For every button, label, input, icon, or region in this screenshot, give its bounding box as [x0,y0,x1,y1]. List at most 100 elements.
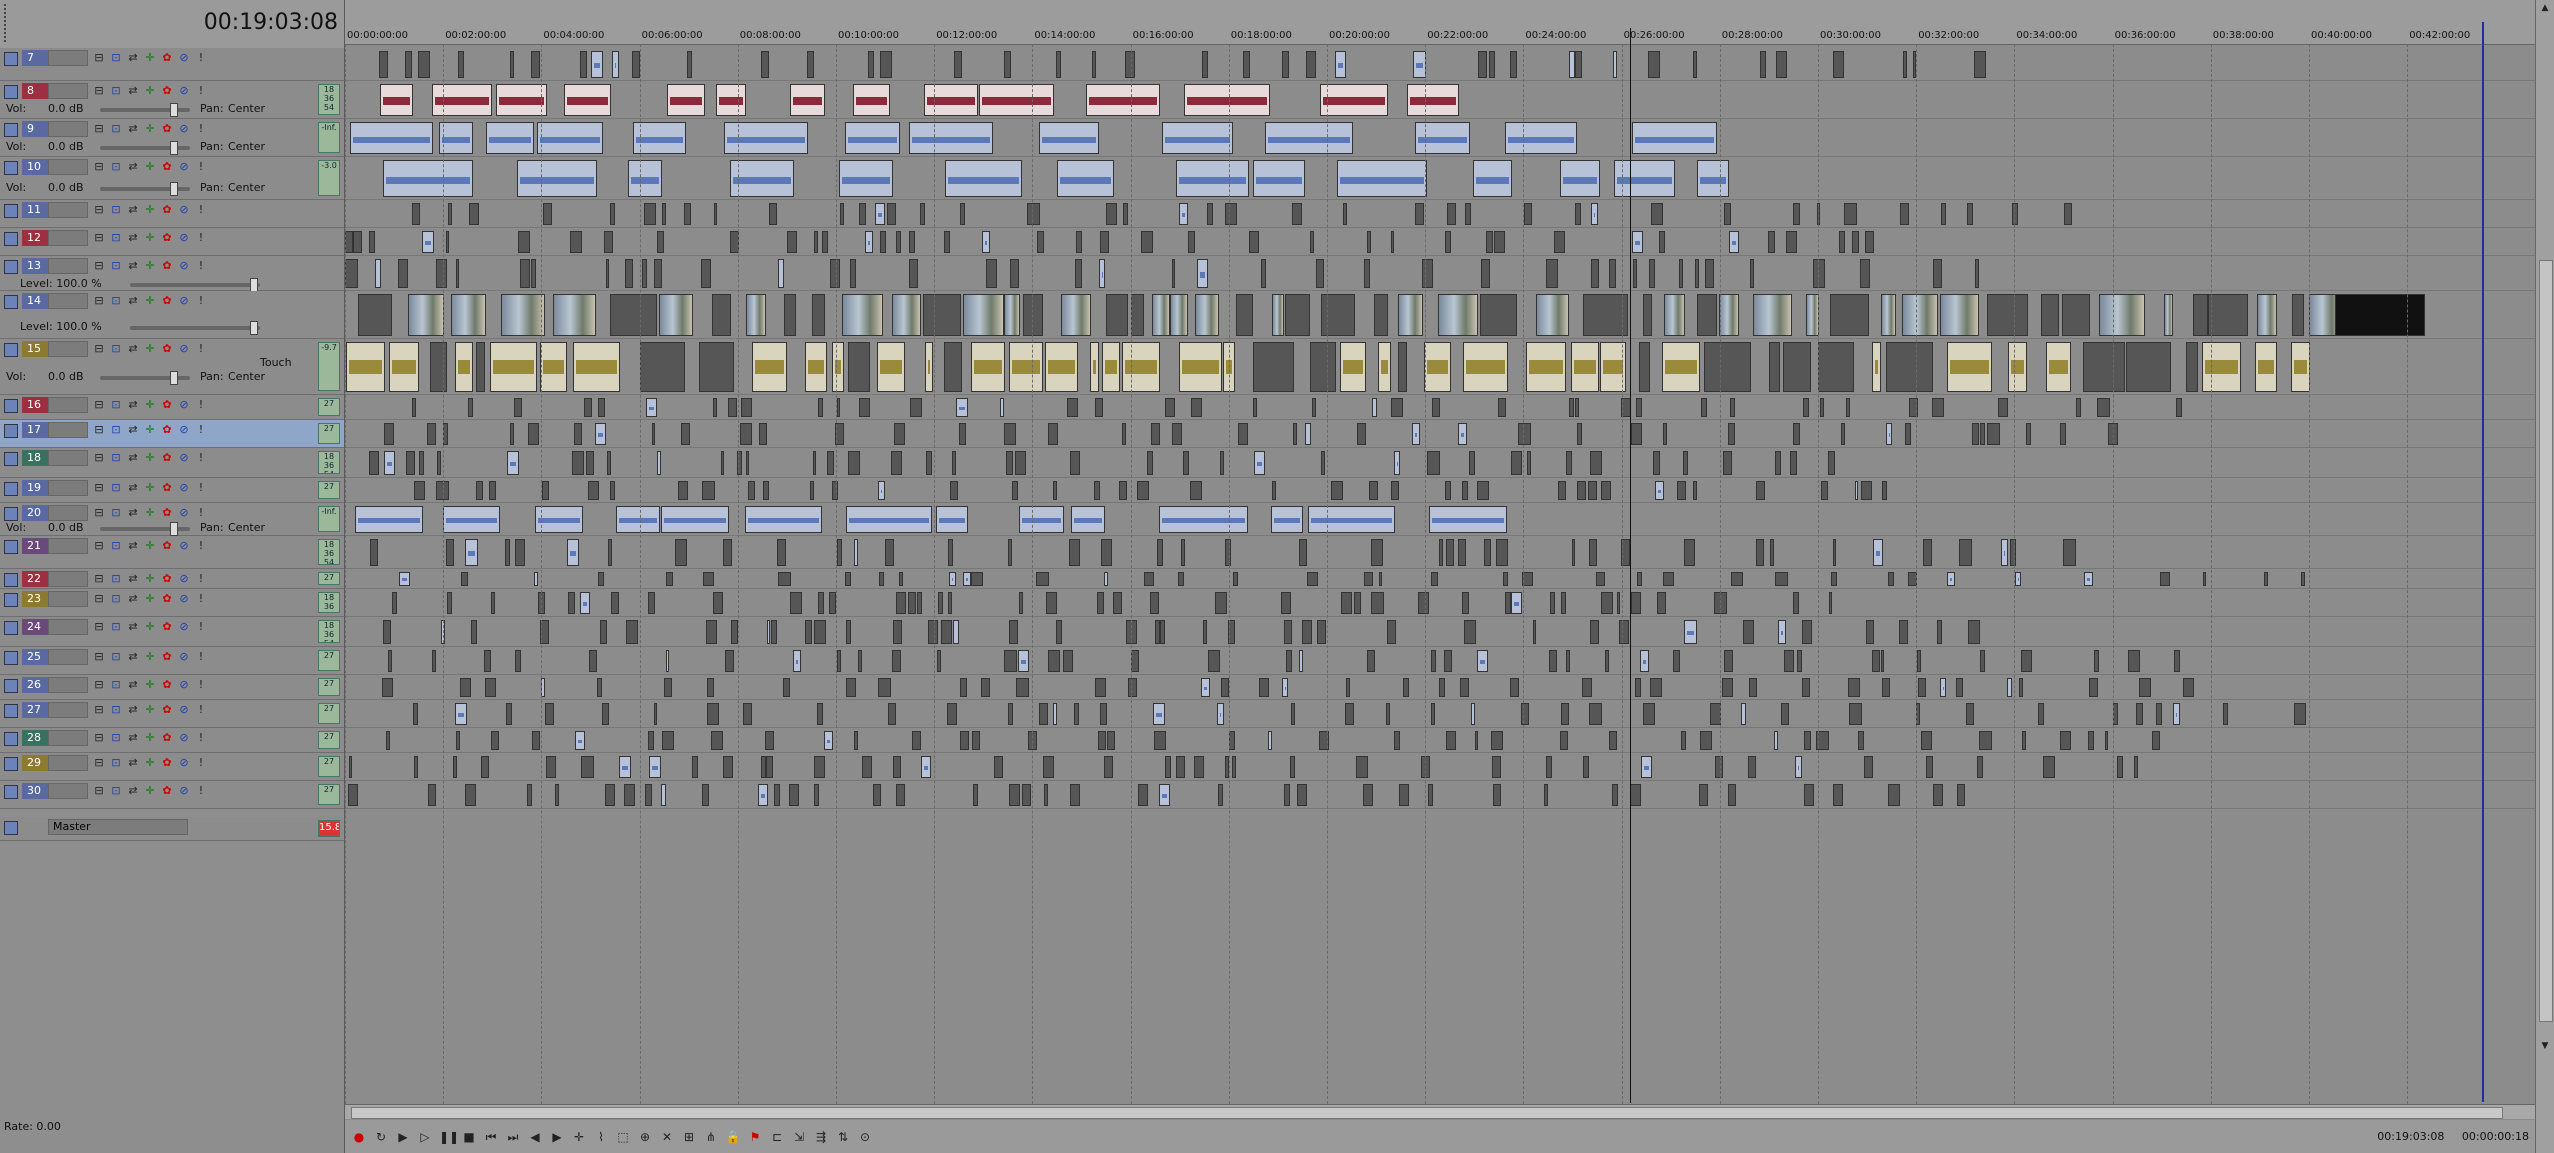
media-clip[interactable] [842,294,883,336]
media-clip[interactable] [1261,259,1267,288]
bypass-icon[interactable]: ⊡ [109,650,123,664]
media-clip[interactable] [1576,481,1586,500]
track-name-field[interactable] [48,293,88,309]
media-clip[interactable] [2300,572,2305,586]
media-clip[interactable] [771,620,777,644]
media-clip[interactable] [2173,703,2181,725]
solo-icon[interactable]: ! [194,51,208,65]
media-clip[interactable] [2096,398,2110,417]
media-clip[interactable] [1053,703,1058,725]
volume-slider[interactable] [100,181,190,196]
mute-icon[interactable]: ⊘ [177,259,191,273]
media-clip[interactable] [839,203,844,225]
media-clip[interactable] [1004,650,1018,672]
media-clip[interactable] [1723,650,1733,672]
media-clip[interactable] [1696,294,1717,336]
slider-icon[interactable]: ⊟ [92,203,106,217]
bypass-icon[interactable]: ⊡ [109,572,123,586]
media-clip[interactable] [859,398,871,417]
media-clip[interactable] [1292,203,1303,225]
media-clip[interactable] [1367,231,1371,253]
media-clip[interactable] [2264,572,2268,586]
fx-icon[interactable]: ✿ [160,592,174,606]
media-clip[interactable] [1570,342,1600,392]
lock-icon[interactable]: 🔒 [725,1129,741,1145]
media-clip[interactable] [1290,703,1295,725]
media-clip[interactable] [683,203,691,225]
media-clip[interactable] [2291,294,2304,336]
media-clip[interactable] [1355,756,1369,778]
track-lane-29[interactable] [345,753,2535,781]
media-clip[interactable] [993,756,1004,778]
media-clip[interactable] [1340,342,1366,392]
media-clip[interactable] [2176,398,2183,417]
media-clip[interactable] [2152,731,2160,750]
track-lane-30[interactable] [345,781,2535,809]
media-clip[interactable] [924,342,933,392]
media-clip[interactable] [826,451,835,475]
media-clip[interactable] [943,231,950,253]
media-clip[interactable] [530,51,541,78]
media-clip[interactable] [1060,294,1092,336]
media-clip[interactable] [2006,678,2013,697]
media-clip[interactable] [1704,342,1751,392]
media-clip[interactable] [1207,650,1221,672]
media-clip[interactable] [917,592,922,614]
media-clip[interactable] [1545,259,1559,288]
media-clip[interactable] [1331,481,1343,500]
media-clip[interactable] [531,259,536,288]
media-clip[interactable] [1387,620,1396,644]
vertical-scroll-thumb[interactable] [2539,260,2553,1022]
media-clip[interactable] [972,784,979,806]
media-clip[interactable] [811,294,826,336]
media-clip[interactable] [1427,451,1440,475]
media-clip[interactable] [1438,294,1479,336]
media-clip[interactable] [1939,678,1947,697]
media-clip[interactable] [774,784,781,806]
media-clip[interactable] [1309,342,1336,392]
media-clip[interactable] [1301,620,1313,644]
motion-icon[interactable]: ⇄ [126,592,140,606]
media-clip[interactable] [1407,84,1459,116]
media-clip[interactable] [972,731,981,750]
media-clip[interactable] [579,51,588,78]
media-clip[interactable] [1887,572,1895,586]
media-clip[interactable] [1345,678,1350,697]
record-icon[interactable]: ● [351,1129,367,1145]
solo-icon[interactable]: ! [194,398,208,412]
media-clip[interactable] [663,678,672,697]
media-clip[interactable] [1104,572,1109,586]
media-clip[interactable] [761,51,769,78]
media-clip[interactable] [1104,756,1113,778]
fx-icon[interactable]: ✿ [160,756,174,770]
slider-icon[interactable]: ⊟ [92,481,106,495]
media-clip[interactable] [1101,539,1112,566]
media-clip[interactable] [879,51,892,78]
media-clip[interactable] [952,451,956,475]
media-clip[interactable] [1753,294,1793,336]
media-clip[interactable] [652,423,656,445]
media-clip[interactable] [2040,294,2059,336]
media-clip[interactable] [876,342,906,392]
motion-icon[interactable]: ⇄ [126,451,140,465]
media-clip[interactable] [891,294,922,336]
media-clip[interactable] [908,259,918,288]
media-clip[interactable] [484,678,496,697]
media-clip[interactable] [489,481,496,500]
motion-icon[interactable]: ⇄ [126,703,140,717]
track-lane-21[interactable] [345,536,2535,569]
media-clip[interactable] [1176,756,1186,778]
media-clip[interactable] [661,731,674,750]
media-clip[interactable] [432,650,437,672]
solo-icon[interactable]: ! [194,342,208,356]
track-lane-11[interactable] [345,200,2535,228]
media-clip[interactable] [859,203,867,225]
media-clip[interactable] [353,231,363,253]
media-clip[interactable] [1438,678,1445,697]
mute-icon[interactable]: ⊘ [177,160,191,174]
media-clip[interactable] [713,398,717,417]
media-clip[interactable] [1242,51,1251,78]
media-clip[interactable] [1828,451,1836,475]
media-clip[interactable] [746,294,766,336]
automation-icon[interactable]: ✛ [143,203,157,217]
